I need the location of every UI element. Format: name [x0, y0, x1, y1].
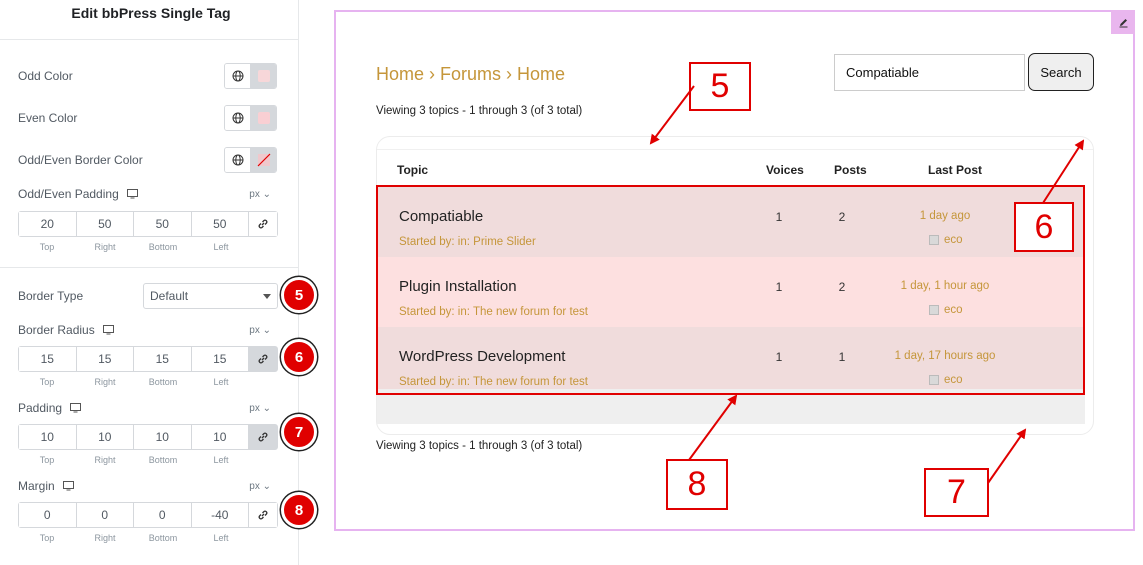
breadcrumb[interactable]: Home › Forums › Home [376, 64, 565, 85]
dim-labels: Top Right Bottom Left [39, 455, 229, 465]
padding-left-input[interactable]: 10 [191, 425, 249, 449]
odd-even-padding-row: Odd/Even Padding px ⌄ [18, 186, 277, 202]
settings-panel: Edit bbPress Single Tag Odd Color Even C… [0, 0, 317, 565]
globe-icon[interactable] [225, 106, 251, 130]
margin-left-input[interactable]: -40 [191, 503, 249, 527]
padding-top-input[interactable]: 10 [19, 425, 77, 449]
even-color-control[interactable] [224, 105, 277, 131]
unit-select[interactable]: px ⌄ [249, 481, 271, 492]
search-button[interactable]: Search [1028, 53, 1094, 91]
globe-icon[interactable] [225, 64, 251, 88]
desktop-icon[interactable] [126, 189, 138, 199]
highlight-rows-outline [376, 185, 1085, 395]
chevron-down-icon [263, 294, 271, 299]
radius-top-input[interactable]: 15 [19, 347, 77, 371]
radius-right-input[interactable]: 15 [76, 347, 134, 371]
unit-select[interactable]: px ⌄ [249, 325, 271, 336]
header-last-post: Last Post [928, 163, 983, 177]
callout-badge-7: 7 [281, 414, 317, 450]
dim-labels: Top Right Bottom Left [39, 533, 229, 543]
padding-right-input[interactable]: 10 [76, 425, 134, 449]
header-voices: Voices [766, 163, 804, 177]
border-radius-label: Border Radius [18, 323, 95, 337]
even-color-label: Even Color [18, 111, 78, 125]
dim-labels: Top Right Bottom Left [39, 242, 229, 252]
odd-color-swatch[interactable] [251, 64, 276, 88]
link-values-icon[interactable] [249, 347, 277, 371]
viewing-count-top: Viewing 3 topics - 1 through 3 (of 3 tot… [376, 105, 583, 117]
border-radius-row: Border Radius px ⌄ [18, 322, 277, 338]
no-color-icon [257, 153, 270, 167]
callout-badge-6: 6 [281, 339, 317, 375]
border-color-swatch[interactable] [251, 148, 276, 172]
margin-right-input[interactable]: 0 [76, 503, 134, 527]
odd-even-padding-label: Odd/Even Padding [18, 187, 119, 201]
border-type-select[interactable]: Default [143, 283, 278, 309]
odd-color-control[interactable] [224, 63, 277, 89]
border-color-control[interactable] [224, 147, 277, 173]
header-topic: Topic [397, 163, 429, 177]
desktop-icon[interactable] [62, 481, 74, 491]
margin-bottom-input[interactable]: 0 [134, 503, 192, 527]
callout-7: 7 [924, 468, 989, 517]
divider [0, 267, 299, 268]
padding-label: Padding [18, 401, 63, 415]
even-color-row: Even Color [18, 105, 277, 131]
table-header: Topic Voices Posts Last Post [377, 149, 1093, 187]
odd-color-row: Odd Color [18, 63, 277, 89]
radius-left-input[interactable]: 15 [191, 347, 249, 371]
callout-8: 8 [666, 459, 728, 510]
padding-bottom-input[interactable]: 50 [134, 212, 192, 236]
odd-even-padding-inputs: 20 50 50 50 [18, 211, 278, 237]
even-color-swatch[interactable] [251, 106, 276, 130]
panel-header: Edit bbPress Single Tag [0, 0, 298, 40]
globe-icon[interactable] [225, 148, 251, 172]
callout-5: 5 [689, 62, 751, 111]
callout-badge-5: 5 [281, 277, 317, 313]
margin-top-input[interactable]: 0 [19, 503, 77, 527]
callout-6: 6 [1014, 202, 1074, 252]
padding-left-input[interactable]: 50 [191, 212, 249, 236]
link-values-icon[interactable] [249, 425, 277, 449]
link-values-icon[interactable] [249, 503, 277, 527]
pencil-icon[interactable] [1111, 10, 1135, 34]
desktop-icon[interactable] [102, 325, 114, 335]
header-posts: Posts [834, 163, 867, 177]
unit-select[interactable]: px ⌄ [249, 189, 271, 200]
border-color-label: Odd/Even Border Color [18, 153, 143, 167]
padding-right-input[interactable]: 50 [76, 212, 134, 236]
callout-badge-8: 8 [281, 492, 317, 528]
padding-inputs: 10 10 10 10 [18, 424, 278, 450]
unit-select[interactable]: px ⌄ [249, 403, 271, 414]
margin-inputs: 0 0 0 -40 [18, 502, 278, 528]
padding-row: Padding px ⌄ [18, 400, 277, 416]
odd-color-label: Odd Color [18, 69, 73, 83]
margin-row: Margin px ⌄ [18, 478, 277, 494]
viewing-count-bottom: Viewing 3 topics - 1 through 3 (of 3 tot… [376, 440, 583, 452]
link-values-icon[interactable] [249, 212, 277, 236]
border-color-row: Odd/Even Border Color [18, 147, 277, 173]
border-type-label: Border Type [18, 289, 84, 303]
desktop-icon[interactable] [70, 403, 82, 413]
margin-label: Margin [18, 479, 55, 493]
search-input[interactable]: Compatiable [834, 54, 1025, 91]
dim-labels: Top Right Bottom Left [39, 377, 229, 387]
padding-bottom-input[interactable]: 10 [134, 425, 192, 449]
padding-top-input[interactable]: 20 [19, 212, 77, 236]
panel-title: Edit bbPress Single Tag [71, 4, 231, 21]
radius-bottom-input[interactable]: 15 [134, 347, 192, 371]
border-radius-inputs: 15 15 15 15 [18, 346, 278, 372]
